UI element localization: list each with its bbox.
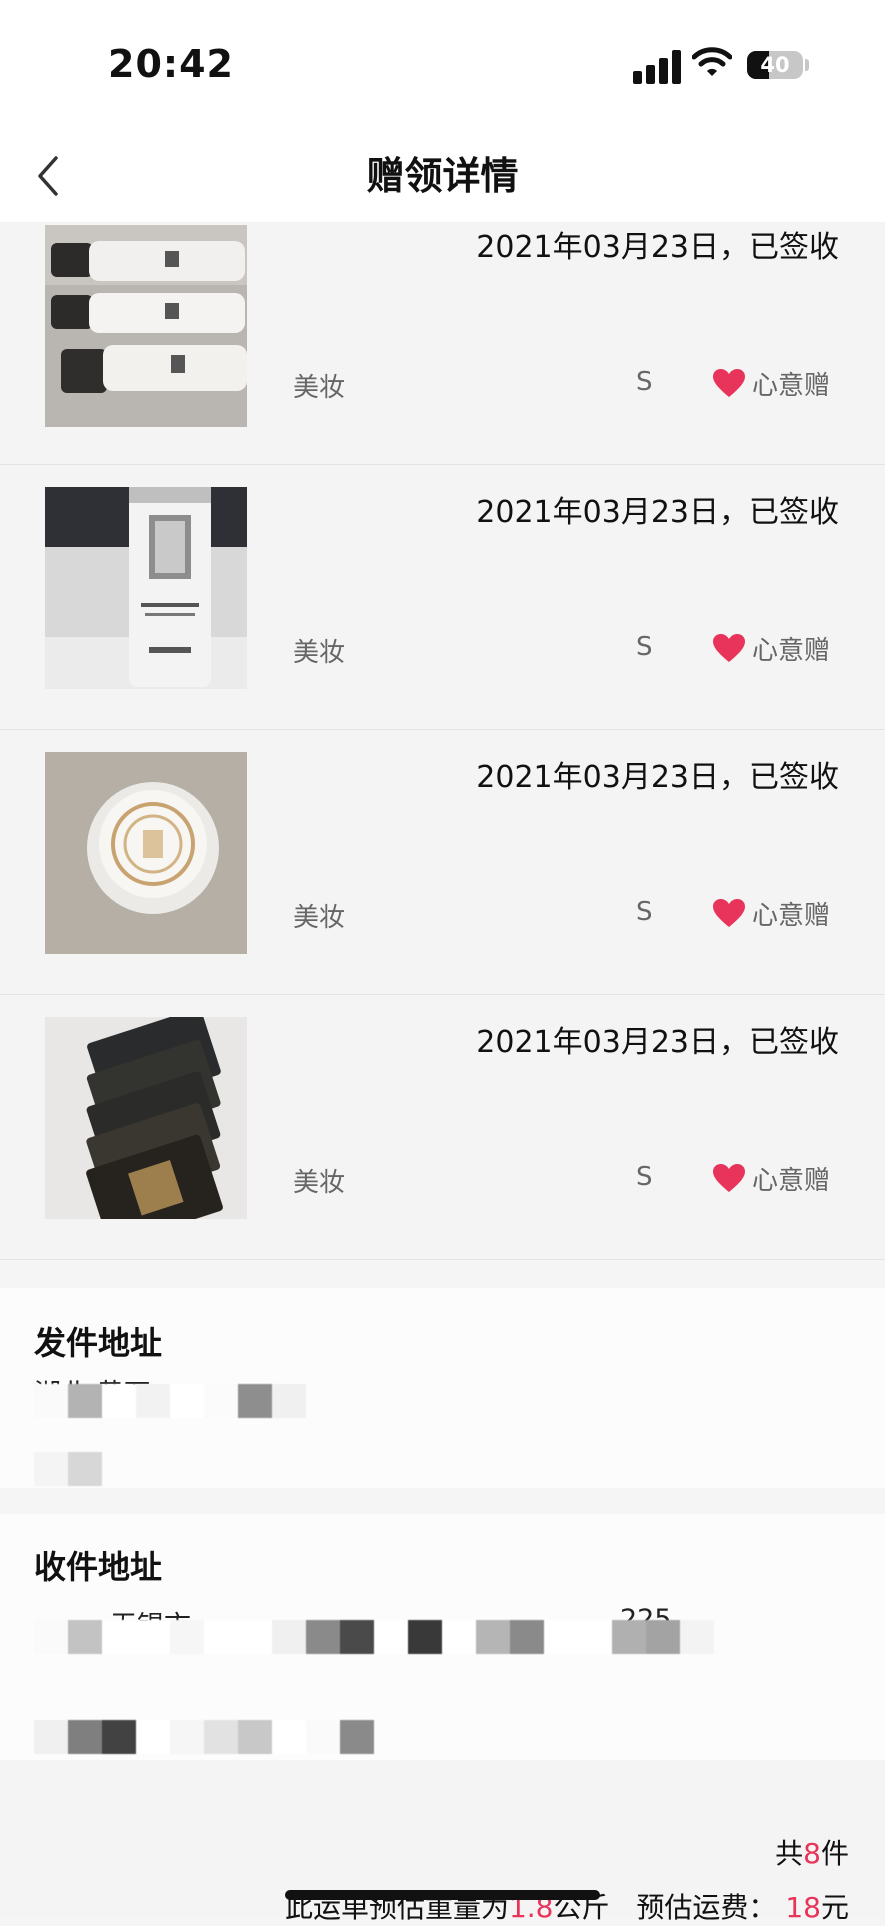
- battery-percent: 40: [760, 53, 790, 77]
- redacted-address-block: [34, 1384, 306, 1418]
- sample-cards-photo: [45, 1017, 247, 1219]
- gift-list: 2021年03月23日，已签收 美妆 S 心意赠 2021年03月23日，已签收…: [0, 222, 885, 1260]
- gift-size: S: [636, 897, 653, 927]
- gift-type-label: 心意赠: [752, 370, 831, 401]
- gift-item[interactable]: 2021年03月23日，已签收 美妆 S 心意赠: [0, 730, 885, 995]
- sender-address-title: 发件地址: [34, 1324, 163, 1362]
- wifi-icon: [691, 46, 733, 82]
- battery-tip: [805, 59, 809, 71]
- gift-type-label: 心意赠: [752, 900, 831, 931]
- page-title: 赠领详情: [366, 154, 519, 198]
- gift-type-tag[interactable]: 心意赠: [712, 364, 830, 402]
- gift-category: 美妆: [293, 903, 346, 933]
- gift-date: 2021年03月23日，已签收: [476, 1025, 839, 1060]
- gift-size: S: [636, 367, 653, 397]
- redacted-address-block: [34, 1720, 374, 1754]
- heart-icon: [713, 899, 745, 927]
- gift-size: S: [636, 632, 653, 662]
- gift-date: 2021年03月23日，已签收: [476, 230, 839, 265]
- gift-category: 美妆: [293, 373, 346, 403]
- gift-date: 2021年03月23日，已签收: [476, 495, 839, 530]
- gift-type-label: 心意赠: [752, 635, 831, 666]
- gift-type-tag[interactable]: 心意赠: [712, 894, 830, 932]
- fee-value: 18: [785, 1891, 821, 1924]
- status-bar: 20:42 40: [0, 0, 885, 130]
- battery-icon: 40: [747, 51, 803, 79]
- heart-icon: [713, 369, 745, 397]
- heart-icon: [713, 634, 745, 662]
- gift-category: 美妆: [293, 1168, 346, 1198]
- home-indicator: [285, 1890, 600, 1900]
- receiver-address-section: 收件地址 无锡市 225: [0, 1514, 885, 1760]
- status-time: 20:42: [108, 42, 234, 86]
- redacted-address-block: [34, 1620, 714, 1654]
- gift-item[interactable]: 2021年03月23日，已签收 美妆 S 心意赠: [0, 465, 885, 730]
- heart-icon: [713, 1164, 745, 1192]
- total-count: 共8件: [775, 1837, 849, 1870]
- gift-size: S: [636, 1162, 653, 1192]
- makeup-lotion-bottle-photo: [45, 487, 247, 689]
- three-cream-tubes-photo: [45, 225, 247, 427]
- signal-icon: [633, 50, 681, 84]
- gift-category: 美妆: [293, 638, 346, 668]
- gift-date: 2021年03月23日，已签收: [476, 760, 839, 795]
- gift-type-label: 心意赠: [752, 1165, 831, 1196]
- gift-type-tag[interactable]: 心意赠: [712, 629, 830, 667]
- nav-bar: 赠领详情: [0, 130, 885, 222]
- total-count-value: 8: [803, 1837, 821, 1870]
- receiver-address-title: 收件地址: [34, 1548, 163, 1586]
- gift-type-tag[interactable]: 心意赠: [712, 1159, 830, 1197]
- gift-item[interactable]: 2021年03月23日，已签收 美妆 S 心意赠: [0, 222, 885, 465]
- gift-item[interactable]: 2021年03月23日，已签收 美妆 S 心意赠: [0, 995, 885, 1260]
- sender-address-section: 发件地址 湖北 黄石: [0, 1288, 885, 1488]
- cream-jar-photo: [45, 752, 247, 954]
- redacted-address-block: [34, 1452, 102, 1486]
